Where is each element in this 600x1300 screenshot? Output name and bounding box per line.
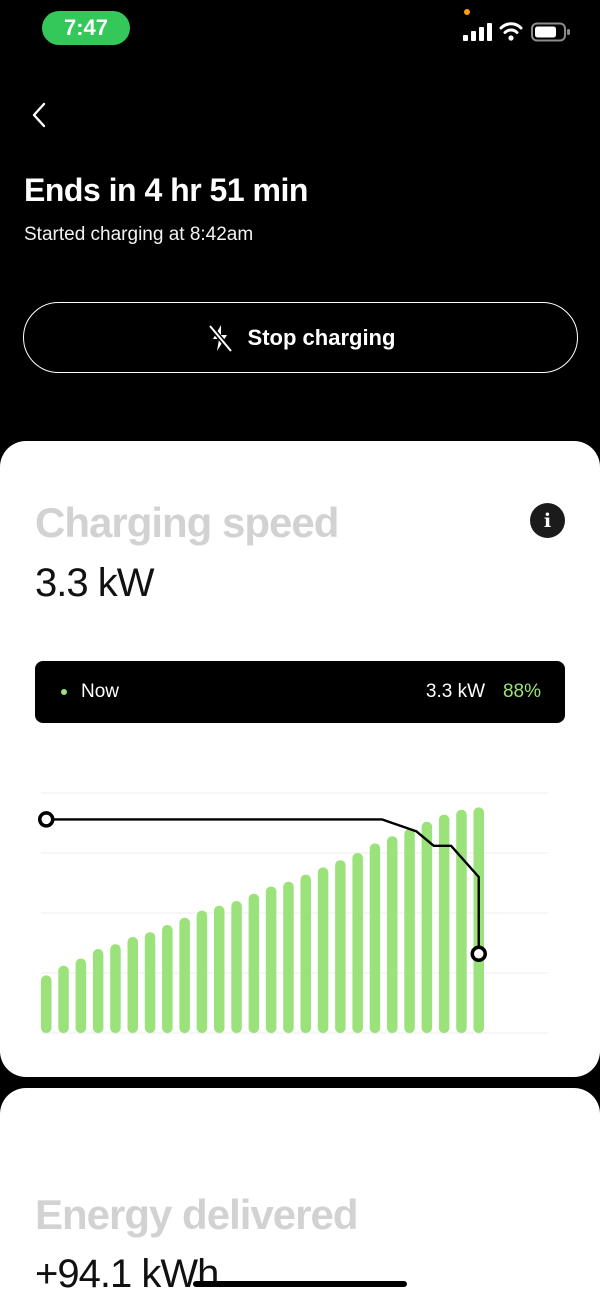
charging-end-time-title: Ends in 4 hr 51 min xyxy=(24,172,308,208)
info-icon: i xyxy=(543,509,552,532)
charging-speed-value: 3.3 kW xyxy=(35,561,154,605)
charging-start-subtitle: Started charging at 8:42am xyxy=(24,224,254,245)
chart-bar xyxy=(335,860,346,1033)
stop-charging-button[interactable]: Stop charging xyxy=(23,302,578,373)
chart-bar xyxy=(179,917,190,1033)
now-readout-bar: Now 3.3 kW 88% xyxy=(35,661,565,723)
now-indicator-dot xyxy=(61,689,67,695)
charging-speed-chart[interactable] xyxy=(0,771,600,1041)
now-power-value: 3.3 kW xyxy=(425,681,485,702)
charging-speed-heading: Charging speed xyxy=(35,499,339,546)
lightning-slash-icon xyxy=(207,323,233,353)
chart-bar xyxy=(231,901,242,1033)
energy-delivered-value: +94.1 kWh xyxy=(35,1252,219,1296)
info-button[interactable]: i xyxy=(530,503,565,538)
chart-bar xyxy=(41,975,52,1033)
battery-icon xyxy=(531,22,570,42)
charging-screen: 7:47 Ends in 4 hr 51 min Started chargin… xyxy=(0,0,600,1300)
chart-bar xyxy=(127,937,138,1033)
chart-bar xyxy=(421,821,433,1033)
chart-bar xyxy=(438,814,450,1033)
status-bar: 7:47 xyxy=(0,0,600,56)
chart-bar xyxy=(300,874,311,1033)
stop-charging-label: Stop charging xyxy=(247,324,396,350)
chart-bar xyxy=(196,910,208,1033)
chart-bar xyxy=(456,809,467,1033)
chart-line-endpoint xyxy=(38,811,55,828)
chart-bar xyxy=(110,944,121,1033)
status-time[interactable]: 7:47 xyxy=(42,11,130,45)
chart-bar xyxy=(248,893,260,1033)
chevron-left-icon xyxy=(32,102,46,128)
privacy-indicator-dot xyxy=(464,9,470,15)
chart-bar xyxy=(214,905,225,1033)
cellular-signal-icon xyxy=(463,23,492,41)
wifi-icon xyxy=(499,22,523,41)
chart-bar xyxy=(387,836,398,1033)
chart-bar xyxy=(75,958,87,1033)
now-battery-percent: 88% xyxy=(502,681,541,702)
chart-bar xyxy=(58,965,69,1033)
chart-bar xyxy=(317,867,329,1033)
chart-bar xyxy=(144,932,156,1033)
chart-bar xyxy=(352,853,363,1033)
chart-bar xyxy=(283,881,294,1033)
now-label: Now xyxy=(81,681,120,702)
chart-bar xyxy=(369,843,381,1033)
energy-delivered-card: Energy delivered +94.1 kWh xyxy=(0,1088,600,1300)
charging-speed-card: Charging speed 3.3 kW i Now 3.3 kW 88% xyxy=(0,441,600,1077)
chart-bar xyxy=(92,949,104,1033)
energy-delivered-heading: Energy delivered xyxy=(35,1191,358,1238)
chart-line-endpoint xyxy=(470,945,487,963)
chart-bar xyxy=(162,925,173,1033)
chart-bar xyxy=(265,886,277,1033)
home-indicator[interactable] xyxy=(193,1281,407,1287)
back-button[interactable] xyxy=(22,98,56,132)
chart-bar xyxy=(404,829,415,1033)
